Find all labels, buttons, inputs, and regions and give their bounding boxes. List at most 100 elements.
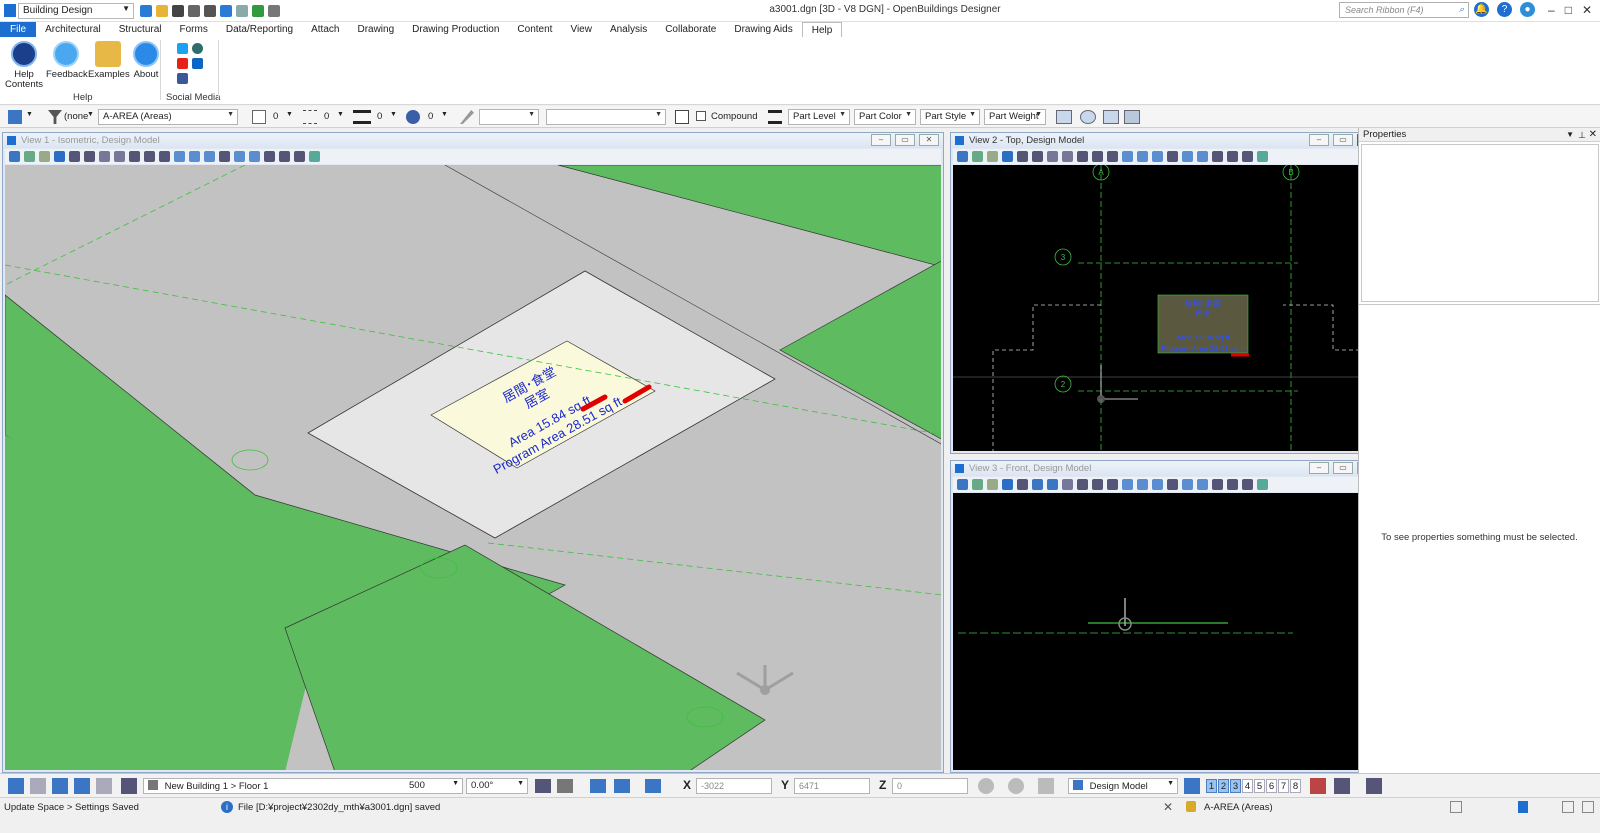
grid-snap-icon[interactable] xyxy=(645,779,661,793)
view-groups-icon[interactable] xyxy=(1184,778,1200,794)
display-set-icon[interactable] xyxy=(1242,479,1253,490)
copy-icon[interactable] xyxy=(675,110,689,124)
style-number[interactable]: 0 xyxy=(324,111,329,122)
render-icon[interactable] xyxy=(1212,151,1223,162)
tab-analysis[interactable]: Analysis xyxy=(601,22,656,37)
y-coordinate-field[interactable]: 6471 xyxy=(794,778,870,794)
measure-icon[interactable] xyxy=(1310,778,1326,794)
tab-drawing-aids[interactable]: Drawing Aids xyxy=(725,22,801,37)
clip-mask-icon[interactable] xyxy=(219,151,230,162)
chevron-down-icon[interactable]: ▼ xyxy=(390,111,397,118)
blog-icon[interactable] xyxy=(192,43,203,54)
reference-icon[interactable] xyxy=(1038,778,1054,794)
properties-list[interactable] xyxy=(1361,144,1599,302)
filter-value[interactable]: (none xyxy=(64,111,88,122)
zoom-in-icon[interactable] xyxy=(69,151,80,162)
print-icon[interactable] xyxy=(268,5,280,17)
shapes-icon[interactable] xyxy=(1103,110,1119,124)
section-icon[interactable] xyxy=(535,779,551,793)
pan-icon[interactable] xyxy=(144,151,155,162)
window-area-icon[interactable] xyxy=(99,151,110,162)
linkedin-icon[interactable] xyxy=(192,58,203,69)
template-select[interactable]: ▼ xyxy=(546,109,666,125)
display-set-icon[interactable] xyxy=(294,151,305,162)
saved-views-icon[interactable] xyxy=(1197,151,1208,162)
camera-icon[interactable] xyxy=(234,151,245,162)
back-icon[interactable] xyxy=(978,778,994,794)
zoom-in-icon[interactable] xyxy=(1017,479,1028,490)
display-style-icon[interactable] xyxy=(972,479,983,490)
part-style-select[interactable]: Part Style ▼ xyxy=(920,109,980,125)
clip-volume-icon[interactable] xyxy=(1152,151,1163,162)
render-icon[interactable] xyxy=(264,151,275,162)
workspace-select[interactable]: Building Design ▼ xyxy=(18,3,134,19)
close-icon[interactable]: ✕ xyxy=(1582,3,1592,17)
tab-forms[interactable]: Forms xyxy=(171,22,217,37)
properties-toggle-icon[interactable] xyxy=(1366,778,1382,794)
tab-file[interactable]: File xyxy=(0,22,37,37)
search-ribbon-input[interactable]: Search Ribbon (F4) ⌕ xyxy=(1339,2,1469,18)
fit-view-icon[interactable] xyxy=(1062,151,1073,162)
class-select[interactable]: ▼ xyxy=(479,109,539,125)
rotate-icon[interactable] xyxy=(1077,479,1088,490)
lighting-icon[interactable] xyxy=(987,479,998,490)
tab-architectural[interactable]: Architectural xyxy=(36,22,110,37)
part-weight-select[interactable]: Part Weight ▼ xyxy=(984,109,1046,125)
minimize-icon[interactable]: – xyxy=(1309,134,1329,146)
render-icon[interactable] xyxy=(1212,479,1223,490)
zoom-in-icon[interactable] xyxy=(1017,151,1028,162)
weight-number[interactable]: 0 xyxy=(377,111,382,122)
dimension-icon[interactable] xyxy=(96,778,112,794)
save-settings-icon[interactable] xyxy=(188,5,200,17)
view-next-icon[interactable] xyxy=(189,151,200,162)
auto-dimension-icon[interactable] xyxy=(74,778,90,794)
fit-view-icon[interactable] xyxy=(1062,479,1073,490)
chain-icon[interactable] xyxy=(1080,110,1096,124)
save-as-icon[interactable] xyxy=(204,5,216,17)
view-attributes-icon[interactable] xyxy=(957,151,968,162)
isolate-icon[interactable] xyxy=(1227,151,1238,162)
minimize-icon[interactable]: – xyxy=(1309,462,1329,474)
info-icon[interactable]: i xyxy=(221,801,233,813)
view-2-button[interactable]: 2 xyxy=(1218,779,1229,793)
levels-icon[interactable] xyxy=(309,151,320,162)
close-icon[interactable]: ✕ xyxy=(1163,800,1173,814)
zoom-out-icon[interactable] xyxy=(1032,151,1043,162)
walk-icon[interactable] xyxy=(159,151,170,162)
mirror-icon[interactable] xyxy=(557,779,573,793)
redo-icon[interactable] xyxy=(236,5,248,17)
lighting-icon[interactable] xyxy=(39,151,50,162)
youtube-icon[interactable] xyxy=(177,58,188,69)
view-attributes-icon[interactable] xyxy=(957,479,968,490)
minimize-icon[interactable]: – xyxy=(1548,3,1555,17)
close-icon[interactable]: ✕ xyxy=(1589,128,1597,142)
check-icon[interactable] xyxy=(614,779,630,793)
window-icon[interactable] xyxy=(1582,801,1594,813)
update-icon[interactable] xyxy=(54,151,65,162)
restore-icon[interactable]: ▭ xyxy=(1333,462,1353,474)
clip-mask-icon[interactable] xyxy=(1167,151,1178,162)
minimize-icon[interactable]: – xyxy=(871,134,891,146)
area-icon[interactable] xyxy=(1056,110,1072,124)
tab-help[interactable]: Help xyxy=(801,22,843,37)
floor-manager-icon[interactable] xyxy=(121,778,137,794)
update-icon[interactable] xyxy=(1002,151,1013,162)
view-attributes-icon[interactable] xyxy=(9,151,20,162)
maximize-icon[interactable]: □ xyxy=(1565,3,1572,17)
pin-icon[interactable] xyxy=(252,5,264,17)
fit-view-icon[interactable] xyxy=(114,151,125,162)
floor-select[interactable]: New Building 1 > Floor 1 500 ▼ xyxy=(143,778,463,794)
display-style-icon[interactable] xyxy=(972,151,983,162)
chevron-down-icon[interactable]: ▼ xyxy=(26,111,33,118)
window-area-icon[interactable] xyxy=(1047,479,1058,490)
chevron-down-icon[interactable]: ▼ xyxy=(441,111,448,118)
forward-icon[interactable] xyxy=(1008,778,1024,794)
chevron-down-icon[interactable]: ▼ xyxy=(286,111,293,118)
properties-divider[interactable] xyxy=(1359,304,1600,305)
tab-collaborate[interactable]: Collaborate xyxy=(656,22,725,37)
restore-icon[interactable]: ▭ xyxy=(1333,134,1353,146)
snap-icon[interactable] xyxy=(30,778,46,794)
walk-icon[interactable] xyxy=(1107,151,1118,162)
view-1-button[interactable]: 1 xyxy=(1206,779,1217,793)
z-coordinate-field[interactable]: 0 xyxy=(892,778,968,794)
